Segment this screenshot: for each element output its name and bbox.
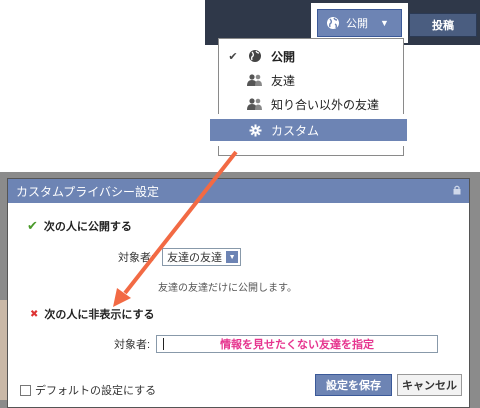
chevron-down-icon: ▼ [380, 18, 389, 28]
menu-item-public[interactable]: ✔ 公開 [219, 45, 403, 67]
chevron-down-icon: ▼ [226, 251, 239, 263]
menu-item-label: カスタム [271, 123, 320, 138]
audience-description: 友達の友達だけに公開します。 [158, 283, 297, 294]
hide-from-friends-input[interactable]: 情報を見せたくない友達を指定 [156, 335, 439, 353]
target-label: 対象者: [118, 252, 155, 264]
cancel-button[interactable]: キャンセル [397, 374, 462, 396]
dialog-footer: デフォルトの設定にする 設定を保存 キャンセル [8, 370, 469, 400]
menu-item-label: 友達 [271, 73, 296, 88]
globe-icon [327, 17, 339, 29]
audience-select[interactable]: 友達の友達 ▼ [162, 248, 242, 266]
post-button[interactable]: 投稿 [409, 13, 477, 37]
menu-item-friends-except-acquaintances[interactable]: 知り合い以外の友達 [219, 93, 403, 115]
gear-icon [247, 123, 263, 137]
target-label: 対象者: [114, 339, 151, 351]
checkmark-icon: ✔ [27, 218, 38, 233]
show-to-row: 対象者: 友達の友達 ▼ [118, 248, 242, 266]
hide-from-row: 対象者: 情報を見せたくない友達を指定 [102, 330, 454, 358]
audience-select-value: 友達の友達 [167, 252, 223, 264]
dialog-title: カスタムプライバシー設定 [16, 184, 160, 199]
show-to-section-heading: ✔ 次の人に公開する [27, 218, 132, 233]
menu-item-label: 知り合い以外の友達 [271, 97, 380, 112]
hide-from-section-heading: ✖ 次の人に非表示にする [24, 304, 156, 324]
input-annotation: 情報を見せたくない友達を指定 [220, 339, 375, 351]
checkbox-box[interactable] [20, 384, 31, 396]
friends-icon [247, 73, 263, 87]
default-setting-checkbox[interactable]: デフォルトの設定にする [20, 382, 156, 398]
save-settings-button[interactable]: 設定を保存 [315, 374, 392, 396]
menu-item-label: 公開 [271, 49, 296, 64]
cross-icon: ✖ [30, 308, 39, 320]
text-cursor [163, 338, 165, 350]
dialog-title-bar: カスタムプライバシー設定 [8, 179, 469, 203]
lock-icon [453, 185, 461, 195]
friends-icon [247, 97, 263, 111]
globe-icon [247, 49, 263, 63]
menu-item-custom[interactable]: カスタム [210, 119, 407, 141]
menu-item-friends[interactable]: 友達 [219, 69, 403, 91]
default-setting-label: デフォルトの設定にする [35, 385, 157, 397]
privacy-dropdown-menu: ✔ 公開 友達 知り合い以外の友達 カスタム [210, 38, 407, 156]
privacy-dropdown-button[interactable]: 公開 ▼ [317, 9, 402, 37]
privacy-dropdown-label: 公開 [346, 18, 368, 30]
checkmark-icon: ✔ [228, 50, 238, 63]
